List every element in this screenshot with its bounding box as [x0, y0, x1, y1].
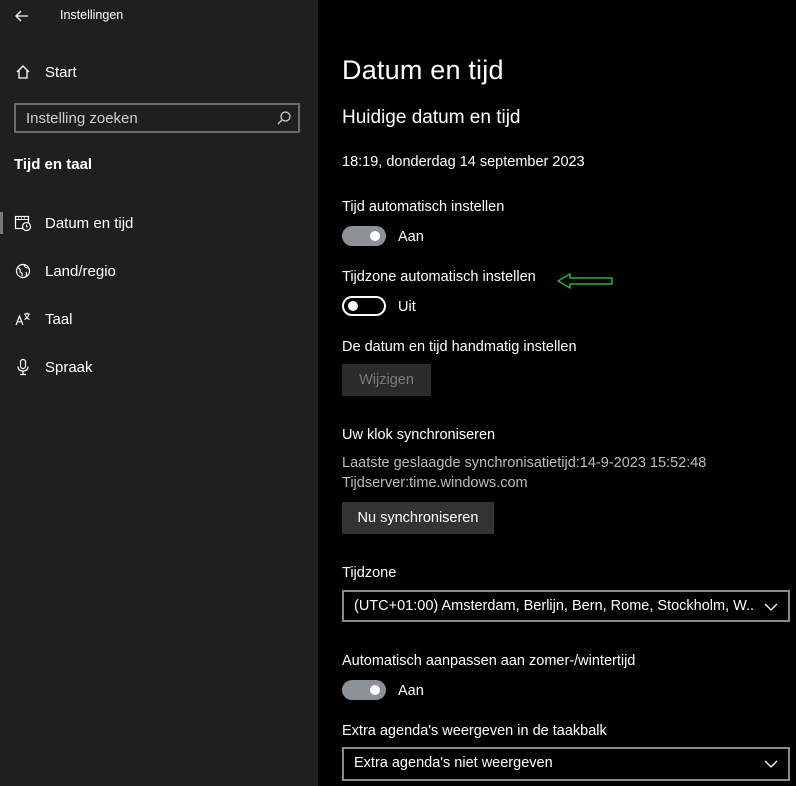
sidebar-item-spraak[interactable]: Spraak — [0, 347, 318, 387]
auto-time-state: Aan — [398, 229, 424, 245]
section-subtitle: Huidige datum en tijd — [342, 107, 521, 128]
extra-calendars-label: Extra agenda's weergeven in de taakbalk — [342, 723, 607, 739]
language-icon — [14, 310, 32, 328]
sidebar-item-datum-en-tijd[interactable]: Datum en tijd — [0, 203, 318, 243]
sidebar-item-label: Datum en tijd — [45, 214, 134, 232]
current-datetime: 18:19, donderdag 14 september 2023 — [342, 154, 585, 170]
back-button[interactable] — [6, 4, 38, 28]
auto-timezone-toggle[interactable] — [342, 296, 386, 316]
auto-time-label: Tijd automatisch instellen — [342, 199, 505, 215]
dst-state: Aan — [398, 683, 424, 699]
sidebar-item-label: Start — [45, 63, 77, 81]
auto-timezone-state: Uit — [398, 299, 416, 315]
extra-calendars-select[interactable]: Extra agenda's niet weergeven — [342, 747, 790, 781]
search-input[interactable] — [16, 105, 276, 131]
change-button[interactable]: Wijzigen — [342, 364, 431, 396]
sync-heading: Uw klok synchroniseren — [342, 427, 496, 443]
chevron-down-icon — [764, 603, 778, 611]
sidebar-item-label: Land/regio — [45, 262, 116, 280]
search-icon[interactable] — [276, 110, 292, 131]
timezone-value: (UTC+01:00) Amsterdam, Berlijn, Bern, Ro… — [354, 598, 754, 614]
auto-timezone-label: Tijdzone automatisch instellen — [342, 269, 536, 285]
annotation-arrow-icon — [557, 273, 613, 289]
extra-calendars-value: Extra agenda's niet weergeven — [354, 755, 553, 771]
auto-time-toggle[interactable] — [342, 226, 386, 246]
home-icon — [14, 63, 32, 81]
main-content: Datum en tijd Huidige datum en tijd 18:1… — [318, 0, 796, 786]
calendar-clock-icon — [14, 214, 32, 232]
section-title: Tijd en taal — [14, 156, 93, 173]
manual-set-label: De datum en tijd handmatig instellen — [342, 339, 577, 355]
page-title: Datum en tijd — [342, 55, 504, 85]
toggle-knob — [348, 301, 358, 311]
timezone-label: Tijdzone — [342, 565, 397, 581]
timezone-select[interactable]: (UTC+01:00) Amsterdam, Berlijn, Bern, Ro… — [342, 590, 790, 622]
sidebar-item-land-regio[interactable]: Land/regio — [0, 251, 318, 291]
microphone-icon — [14, 358, 32, 376]
sidebar-item-label: Spraak — [45, 358, 93, 376]
search-field[interactable] — [14, 103, 300, 133]
globe-icon — [14, 262, 32, 280]
sidebar-item-start[interactable]: Start — [0, 52, 318, 92]
sidebar-item-taal[interactable]: Taal — [0, 299, 318, 339]
last-sync-text: Laatste geslaagde synchronisatietijd:14-… — [342, 455, 707, 471]
window-title: Instellingen — [60, 8, 124, 22]
sidebar-item-label: Taal — [45, 310, 73, 328]
time-server-text: Tijdserver:time.windows.com — [342, 475, 528, 491]
dst-toggle[interactable] — [342, 680, 386, 700]
back-arrow-icon — [15, 10, 28, 22]
toggle-knob — [370, 685, 380, 695]
toggle-knob — [370, 231, 380, 241]
sidebar: Instellingen Start Tijd en taal Datum en… — [0, 0, 318, 786]
sync-now-button[interactable]: Nu synchroniseren — [342, 502, 494, 534]
dst-label: Automatisch aanpassen aan zomer-/wintert… — [342, 653, 636, 669]
chevron-down-icon — [764, 760, 778, 768]
